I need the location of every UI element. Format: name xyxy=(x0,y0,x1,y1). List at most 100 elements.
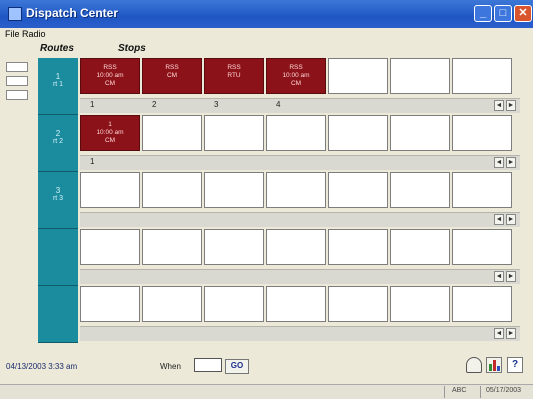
scroll-left-icon[interactable]: ◄ xyxy=(494,214,504,225)
stop-cell[interactable] xyxy=(328,58,388,94)
status-bar: ABC 05/17/2003 xyxy=(0,384,533,399)
stop-cell[interactable] xyxy=(390,286,450,322)
stop-cell[interactable] xyxy=(328,115,388,151)
scroll-left-icon[interactable]: ◄ xyxy=(494,271,504,282)
stop-cell[interactable] xyxy=(266,229,326,265)
footer-toolbar: 04/13/2003 3:33 am When GO ? xyxy=(0,354,533,378)
status-separator xyxy=(480,386,481,398)
scroll-right-icon[interactable]: ► xyxy=(506,271,516,282)
row-footer: ◄ ► xyxy=(80,326,520,341)
stop-cell[interactable] xyxy=(390,172,450,208)
side-control[interactable] xyxy=(6,90,28,100)
stop-cell[interactable] xyxy=(204,286,264,322)
stop-cell[interactable] xyxy=(142,229,202,265)
stop-cell[interactable] xyxy=(390,58,450,94)
stop-cell[interactable] xyxy=(390,115,450,151)
stop-cell[interactable]: RSS CM xyxy=(142,58,202,94)
stop-cell[interactable] xyxy=(452,229,512,265)
scroll-left-icon[interactable]: ◄ xyxy=(494,157,504,168)
stop-cell[interactable] xyxy=(452,286,512,322)
route-3[interactable]: 3 rt 3 xyxy=(38,172,78,229)
route-number: 3 xyxy=(55,186,61,195)
maximize-button[interactable]: □ xyxy=(494,5,512,22)
stop-cell[interactable] xyxy=(80,229,140,265)
stop-line: 10:00 am xyxy=(282,72,310,79)
route-text: rt 2 xyxy=(52,138,64,145)
stop-line: RSS xyxy=(289,64,303,71)
route-4[interactable] xyxy=(38,229,78,286)
stop-cell[interactable] xyxy=(452,115,512,151)
stop-line: RTU xyxy=(227,72,241,79)
close-button[interactable]: ✕ xyxy=(514,5,532,22)
stop-index-label: 1 xyxy=(90,157,95,166)
route-text: rt 3 xyxy=(52,195,64,202)
stop-cell[interactable] xyxy=(266,115,326,151)
stop-cell[interactable]: RSS 10:00 am CM xyxy=(266,58,326,94)
menu-file[interactable]: File xyxy=(5,29,20,39)
stop-line: RSS xyxy=(165,64,179,71)
row-footer: ◄ ► xyxy=(80,212,520,227)
menu-bar: File Radio xyxy=(0,28,533,42)
stop-line: 10:00 am xyxy=(96,129,124,136)
stop-cell[interactable] xyxy=(328,286,388,322)
stop-cell[interactable] xyxy=(266,286,326,322)
help-icon[interactable]: ? xyxy=(507,357,523,373)
status-mid: ABC xyxy=(452,387,467,394)
stop-cell[interactable] xyxy=(204,172,264,208)
stop-cell[interactable] xyxy=(452,172,512,208)
stop-index-label: 1 xyxy=(90,100,95,109)
stop-cell[interactable] xyxy=(142,172,202,208)
chart-bar xyxy=(489,364,492,371)
stop-cell[interactable]: RSS RTU xyxy=(204,58,264,94)
scroll-left-icon[interactable]: ◄ xyxy=(494,328,504,339)
stop-line: 1 xyxy=(108,121,112,128)
scroll-right-icon[interactable]: ► xyxy=(506,100,516,111)
route-number: 2 xyxy=(55,129,61,138)
side-control[interactable] xyxy=(6,62,28,72)
stop-line: CM xyxy=(104,80,116,87)
stop-cell[interactable] xyxy=(390,229,450,265)
route-5[interactable] xyxy=(38,286,78,343)
stop-cell[interactable] xyxy=(142,115,202,151)
menu-radio[interactable]: Radio xyxy=(22,29,46,39)
stop-cell[interactable] xyxy=(142,286,202,322)
route-number: 1 xyxy=(55,72,61,81)
stop-cell[interactable] xyxy=(80,286,140,322)
stop-line: CM xyxy=(290,80,302,87)
route-1[interactable]: 1 rt 1 xyxy=(38,58,78,115)
bell-icon[interactable] xyxy=(466,357,482,373)
status-right: 05/17/2003 xyxy=(486,387,522,394)
stop-line: RSS xyxy=(103,64,117,71)
stop-cell[interactable] xyxy=(204,115,264,151)
title-bar[interactable]: Dispatch Center _ □ ✕ xyxy=(0,0,533,28)
routes-header: Routes xyxy=(40,43,74,54)
chart-bar xyxy=(493,360,496,371)
row-footer: ◄ ► xyxy=(80,269,520,284)
go-button[interactable]: GO xyxy=(225,359,249,374)
scroll-right-icon[interactable]: ► xyxy=(506,214,516,225)
route-2[interactable]: 2 rt 2 xyxy=(38,115,78,172)
window-title: Dispatch Center xyxy=(26,6,119,20)
side-controls xyxy=(4,58,32,116)
stop-cell[interactable]: 1 10:00 am CM xyxy=(80,115,140,151)
side-control[interactable] xyxy=(6,76,28,86)
minimize-button[interactable]: _ xyxy=(474,5,492,22)
stop-cell[interactable] xyxy=(80,172,140,208)
stop-index-label: 2 xyxy=(152,100,157,109)
status-separator xyxy=(444,386,445,398)
stop-cell[interactable] xyxy=(204,229,264,265)
stop-cell[interactable]: RSS 10:00 am CM xyxy=(80,58,140,94)
stop-cell[interactable] xyxy=(266,172,326,208)
scroll-right-icon[interactable]: ► xyxy=(506,328,516,339)
scroll-right-icon[interactable]: ► xyxy=(506,157,516,168)
stop-cell[interactable] xyxy=(328,229,388,265)
chart-icon[interactable] xyxy=(486,357,502,373)
routes-column: 1 rt 1 2 rt 2 3 rt 3 xyxy=(38,58,78,343)
stop-cell[interactable] xyxy=(452,58,512,94)
when-input[interactable] xyxy=(194,358,222,372)
row-footer: 1 2 3 4 ◄ ► xyxy=(80,98,520,113)
stop-line: 10:00 am xyxy=(96,72,124,79)
stop-cell[interactable] xyxy=(328,172,388,208)
scroll-left-icon[interactable]: ◄ xyxy=(494,100,504,111)
stop-index-label: 3 xyxy=(214,100,219,109)
